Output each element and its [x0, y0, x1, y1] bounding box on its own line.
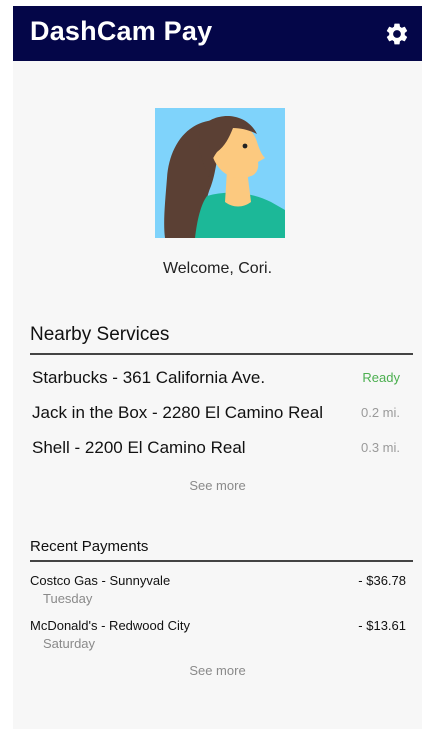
app-bar: DashCam Pay: [13, 6, 422, 61]
payment-item[interactable]: Costco Gas - Sunnyvale Tuesday - $36.78: [30, 573, 406, 613]
payment-merchant: McDonald's - Redwood City: [30, 618, 190, 633]
payment-amount: - $13.61: [358, 618, 406, 633]
gear-icon[interactable]: [384, 21, 410, 47]
service-distance: 0.2 mi.: [360, 405, 400, 420]
recent-payments-heading: Recent Payments: [30, 538, 149, 555]
nearby-services-heading: Nearby Services: [30, 324, 170, 345]
nearby-see-more-link[interactable]: See more: [13, 478, 422, 493]
payments-divider: [30, 560, 413, 562]
app-title: DashCam Pay: [30, 16, 213, 46]
payments-see-more-link[interactable]: See more: [13, 663, 422, 678]
welcome-message: Welcome, Cori.: [162, 260, 273, 277]
payment-merchant: Costco Gas - Sunnyvale: [30, 573, 171, 588]
avatar: [155, 108, 285, 238]
payment-amount: - $36.78: [358, 573, 406, 588]
service-name: Starbucks - 361 California Ave.: [32, 368, 266, 387]
service-name: Jack in the Box - 2280 El Camino Real: [32, 403, 324, 422]
service-item[interactable]: Jack in the Box - 2280 El Camino Real 0.…: [30, 403, 400, 431]
service-item[interactable]: Shell - 2200 El Camino Real 0.3 mi.: [30, 438, 400, 466]
service-distance: 0.3 mi.: [360, 440, 400, 455]
nearby-divider: [30, 353, 413, 355]
payment-item[interactable]: McDonald's - Redwood City Saturday - $13…: [30, 618, 406, 658]
payment-day: Tuesday: [43, 591, 93, 606]
payment-day: Saturday: [43, 636, 96, 651]
service-item[interactable]: Starbucks - 361 California Ave. Ready: [30, 368, 400, 396]
app-screen: DashCam Pay Welcome, Cori. Nearby Servic…: [13, 6, 422, 729]
service-name: Shell - 2200 El Camino Real: [32, 438, 246, 457]
service-status-ready: Ready: [362, 370, 400, 385]
